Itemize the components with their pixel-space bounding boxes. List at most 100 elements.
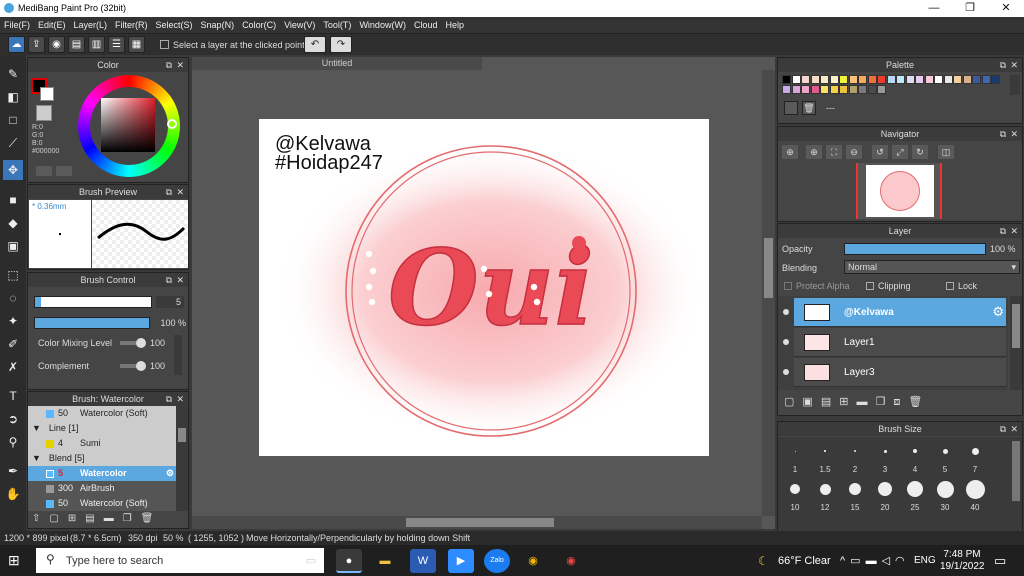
chevron-up-icon[interactable]: ^ [840,555,850,567]
brush-size-scrollbar[interactable] [1010,437,1022,531]
text-tool-icon[interactable]: T [3,386,23,406]
delete-layer-icon[interactable]: 🗑 [908,396,930,408]
new-halftone-layer-icon[interactable]: ▣ [802,396,820,408]
magic-wand-icon[interactable]: ✦ [3,311,23,331]
clock[interactable]: 7:48 PM 19/1/2022 [940,549,985,573]
close-icon[interactable]: ✕ [176,392,184,406]
brush-item[interactable]: 4 Sumi [28,436,176,451]
clipping-checkbox[interactable] [866,282,874,290]
mixing-slider[interactable] [120,338,146,348]
select-tool-icon[interactable]: ⬚ [3,265,23,285]
close-button[interactable]: ✕ [988,0,1024,17]
grid-icon[interactable]: ▦ [128,36,145,53]
transparent-swatch[interactable] [36,105,52,121]
palette-swatch[interactable] [915,75,924,84]
zoom-in-icon[interactable]: ⊕ [782,145,798,159]
visibility-icon[interactable] [783,309,789,315]
comment-icon[interactable]: ◉ [48,36,65,53]
palette-swatch[interactable] [867,85,877,94]
menu-tool[interactable]: Tool(T) [319,17,355,34]
fit-window-icon[interactable]: ⤢ [892,145,908,159]
minimize-button[interactable]: — [916,0,952,17]
upload-icon[interactable]: ⇪ [28,36,45,53]
medibang-taskbar-icon[interactable]: ● [336,549,362,573]
protect-alpha-checkbox[interactable] [784,282,792,290]
copy-brush-icon[interactable]: ▤ [85,513,103,524]
add-folder-icon[interactable]: ⊞ [68,513,85,524]
color-option-icon[interactable] [56,166,72,176]
slider-knob[interactable] [136,361,146,371]
float-icon[interactable]: ⧉ [166,58,172,72]
new-brush-icon[interactable]: ▢ [49,513,67,524]
bucket-tool-icon[interactable]: ◆ [3,213,23,233]
scroll-thumb[interactable] [1012,441,1020,501]
palette-swatch[interactable] [867,75,877,84]
brush-size-cell[interactable]: 40 [960,477,990,515]
brush-item[interactable]: 50 Watercolor (Soft) [28,496,176,511]
hue-handle[interactable] [167,119,177,129]
brush-size-cell[interactable]: 12 [810,477,840,515]
visibility-icon[interactable] [783,369,789,375]
taskbar-search-box[interactable]: ⚲ Type here to search [36,548,324,573]
brush-control-scrollbar[interactable] [174,335,182,375]
battery-icon[interactable]: ▬ [866,555,882,567]
color-option-icon[interactable] [36,166,52,176]
add-layer-menu-icon[interactable]: ⊞ [839,396,856,408]
layer-row[interactable]: Layer1 [794,328,1006,357]
layer-scrollbar[interactable] [1010,296,1022,390]
scroll-thumb[interactable] [1012,304,1020,348]
palette-swatch[interactable] [839,75,848,84]
menu-layer[interactable]: Layer(L) [70,17,112,34]
menu-file[interactable]: File(F) [0,17,34,34]
menu-color[interactable]: Color(C) [238,17,280,34]
menu-select[interactable]: Select(S) [152,17,197,34]
float-icon[interactable]: ⧉ [1000,127,1006,141]
file-explorer-icon[interactable]: ▬ [372,549,398,573]
brush-size-cell[interactable]: 25 [900,477,930,515]
weather-text[interactable]: 66°F Clear [778,555,831,567]
move-tool-icon[interactable]: ✥ [3,160,23,180]
palette-swatch[interactable] [810,75,820,84]
menu-view[interactable]: View(V) [280,17,319,34]
merge-layer-icon[interactable]: ⧈ [893,396,908,408]
palette-swatch[interactable] [782,75,791,84]
palette-scrollbar[interactable] [1010,75,1020,95]
network-icon[interactable]: ▭ [850,555,865,567]
layer-opacity-slider[interactable] [844,243,986,255]
saturation-square[interactable] [101,98,155,152]
select-eraser-icon[interactable]: ✗ [3,357,23,377]
palette-swatch[interactable] [896,75,905,84]
palette-swatch[interactable] [810,85,820,94]
new-1bit-layer-icon[interactable]: ▤ [821,396,839,408]
undo-icon[interactable]: ↶ [304,36,326,53]
palette-swatch[interactable] [820,75,829,84]
navigator-viewport[interactable] [856,163,942,219]
menu-help[interactable]: Help [441,17,468,34]
menu-snap[interactable]: Snap(N) [197,17,239,34]
select-layer-checkbox[interactable] [160,40,169,49]
redo-icon[interactable]: ↷ [330,36,352,53]
document-icon[interactable]: ▥ [88,36,105,53]
expand-arrow-icon[interactable]: ▼ [32,453,41,463]
palette-swatch[interactable] [848,75,858,84]
dropper-tool-icon[interactable]: ✒ [3,461,23,481]
lasso-tool-icon[interactable]: ◌ [3,288,23,308]
float-icon[interactable]: ⧉ [1000,58,1006,72]
close-icon[interactable]: ✕ [176,185,184,199]
document-canvas[interactable]: Oui @Kelvawa #Hoidap247 [259,119,709,456]
scroll-thumb[interactable] [178,428,186,442]
layer-row[interactable]: Layer3 [794,358,1006,387]
close-icon[interactable]: ✕ [1010,422,1018,436]
float-icon[interactable]: ⧉ [166,392,172,406]
palette-swatch[interactable] [877,85,886,94]
scroll-thumb[interactable] [764,238,773,298]
palette-swatch[interactable] [943,75,953,84]
brush-size-cell[interactable]: 1 [780,439,810,477]
flip-icon[interactable]: ◫ [938,145,954,159]
palette-swatch[interactable] [848,85,858,94]
palette-swatch[interactable] [791,85,801,94]
maximize-button[interactable]: ❐ [952,0,988,17]
palette-swatch[interactable] [820,85,829,94]
palette-swatch[interactable] [924,75,934,84]
brush-size-cell[interactable]: 5 [930,439,960,477]
